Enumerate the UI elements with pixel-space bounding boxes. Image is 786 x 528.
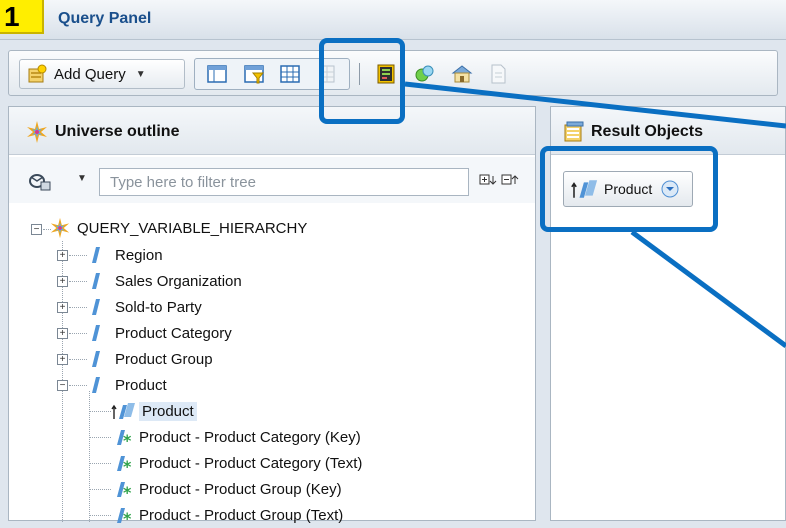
result-objects-title: Result Objects: [591, 123, 704, 140]
dimension-icon: [92, 351, 100, 367]
filter-pane-icon[interactable]: [243, 63, 265, 85]
filter-tree-input[interactable]: [99, 168, 469, 196]
tree-root[interactable]: QUERY_VARIABLE_HIERARCHY: [49, 215, 307, 241]
refresh-icon[interactable]: [413, 63, 435, 85]
tree-connector: [69, 255, 87, 256]
tree-connector: [89, 489, 111, 490]
tree-connector: [43, 229, 51, 230]
tree-connector: [69, 281, 87, 282]
attribute-icon: *: [117, 430, 132, 447]
tree-child-label: Product - Product Category (Key): [139, 428, 361, 446]
attribute-icon: *: [117, 508, 132, 525]
tree-item-label: Sales Organization: [115, 272, 242, 290]
panel-title: Query Panel: [58, 10, 152, 27]
dimension-icon: [92, 273, 100, 289]
tree-child-attribute[interactable]: * Product - Product Group (Text): [111, 502, 343, 528]
dimension-icon: [92, 299, 100, 315]
filter-row: ▼: [9, 157, 535, 203]
add-query-icon: [28, 64, 47, 83]
tree-item-label: Product Category: [115, 324, 232, 342]
add-query-label: Add Query: [54, 65, 126, 83]
tree-child-label: Product: [139, 401, 197, 421]
hierarchy-icon: [111, 403, 135, 419]
expand-toggle[interactable]: +: [57, 354, 68, 365]
callout-highlight-toolbar: [319, 38, 405, 124]
tree-connector: [69, 333, 87, 334]
tree-item-label: Region: [115, 246, 163, 264]
tree-root-label: QUERY_VARIABLE_HIERARCHY: [77, 219, 308, 237]
tree-connector: [69, 359, 87, 360]
tree-child-attribute[interactable]: * Product - Product Category (Text): [111, 450, 362, 476]
expand-toggle[interactable]: +: [57, 276, 68, 287]
attribute-icon: *: [117, 456, 132, 473]
attribute-icon: *: [117, 482, 132, 499]
chevron-down-icon[interactable]: ▼: [136, 69, 146, 80]
tree-connector: [69, 307, 87, 308]
chevron-down-icon[interactable]: ▼: [77, 173, 87, 184]
universe-icon: [50, 217, 70, 239]
tree-child-attribute[interactable]: * Product - Product Group (Key): [111, 476, 342, 502]
tree-item-label: Product Group: [115, 350, 213, 368]
window-title-bar: 1 Query Panel: [0, 0, 786, 40]
add-query-button[interactable]: Add Query ▼: [19, 59, 185, 89]
callout-highlight-result-object: [540, 146, 718, 232]
tree-child-product-hierarchy[interactable]: Product: [111, 398, 197, 424]
tree-item-sales-organization[interactable]: Sales Organization: [89, 268, 242, 294]
step-badge: 1: [0, 0, 44, 34]
tree-child-attribute[interactable]: * Product - Product Category (Key): [111, 424, 361, 450]
tree-item-label: Product: [115, 376, 167, 394]
tree-connector: [89, 437, 111, 438]
universe-icon: [27, 121, 47, 143]
universe-outline-header: Universe outline: [9, 107, 535, 155]
svg-text:*: *: [123, 457, 132, 473]
svg-text:*: *: [123, 431, 132, 447]
tree-connector: [89, 515, 111, 516]
query-design-icon[interactable]: [206, 63, 228, 85]
dimension-icon: [92, 247, 100, 263]
result-objects-icon: [564, 121, 584, 142]
tree-item-region[interactable]: Region: [89, 242, 163, 268]
collapse-toggle[interactable]: −: [31, 224, 42, 235]
tree-item-label: Sold-to Party: [115, 298, 202, 316]
expand-toggle[interactable]: +: [57, 302, 68, 313]
dimension-icon: [92, 377, 100, 393]
expand-toggle[interactable]: +: [57, 250, 68, 261]
tree-connector: [89, 411, 111, 412]
filter-options-icon[interactable]: [27, 170, 53, 192]
tree-connector: [89, 463, 111, 464]
tree-item-sold-to-party[interactable]: Sold-to Party: [89, 294, 202, 320]
tree-item-product[interactable]: Product: [89, 372, 167, 398]
tree-item-product-category[interactable]: Product Category: [89, 320, 232, 346]
tree-child-label: Product - Product Group (Key): [139, 480, 342, 498]
svg-text:*: *: [123, 509, 132, 525]
universe-outline-title: Universe outline: [55, 123, 180, 140]
tree-item-product-group[interactable]: Product Group: [89, 346, 213, 372]
tree-child-label: Product - Product Category (Text): [139, 454, 363, 472]
svg-text:*: *: [123, 483, 132, 499]
properties-icon[interactable]: [451, 63, 473, 85]
data-preview-icon[interactable]: [279, 63, 301, 85]
universe-outline-panel: Universe outline ▼ −: [8, 106, 536, 525]
document-icon[interactable]: [487, 63, 509, 85]
tree-connector: [69, 385, 87, 386]
expand-toggle[interactable]: +: [57, 328, 68, 339]
collapse-all-icon[interactable]: [501, 173, 519, 187]
expand-all-icon[interactable]: [479, 173, 497, 187]
collapse-toggle[interactable]: −: [57, 380, 68, 391]
dimension-icon: [92, 325, 100, 341]
